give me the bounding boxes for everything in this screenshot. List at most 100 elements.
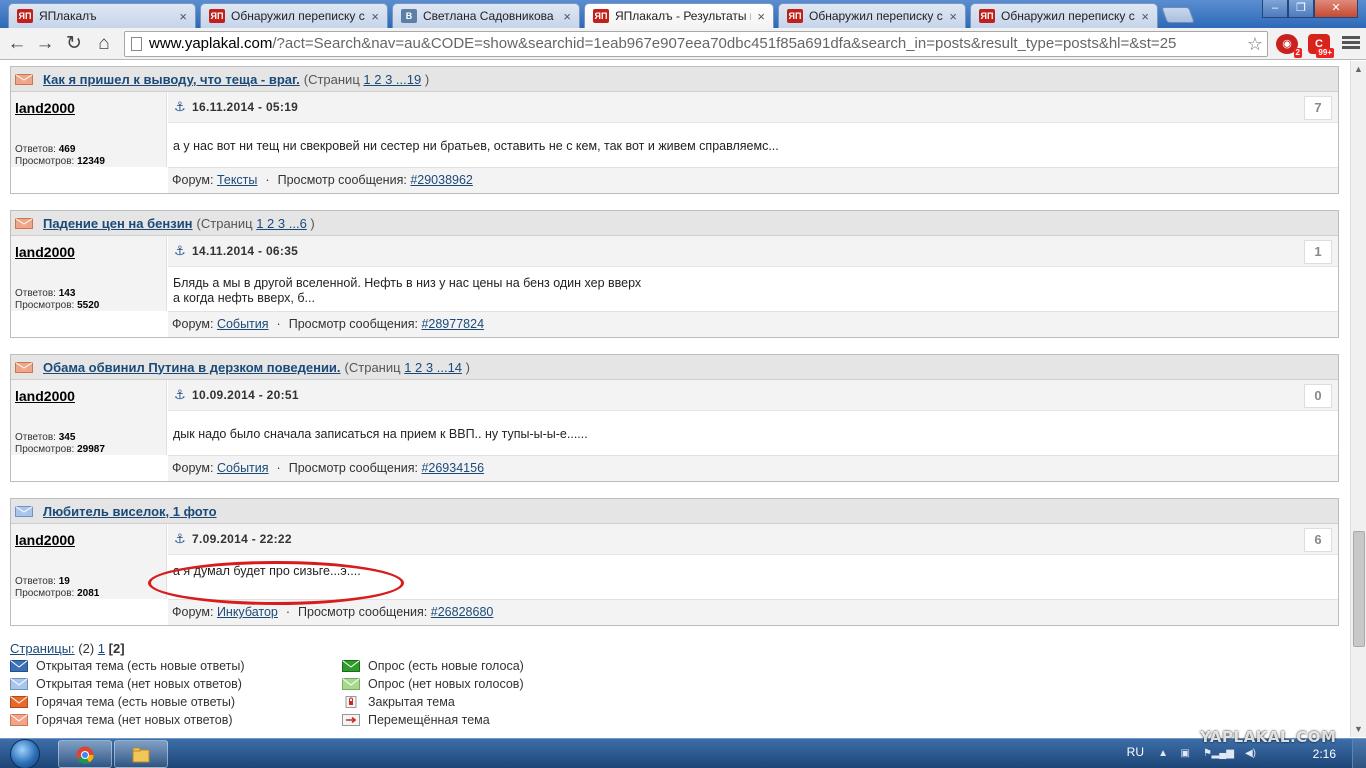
author-link[interactable]: land2000 bbox=[15, 100, 75, 116]
tab-title: ЯПлакалъ bbox=[39, 9, 97, 23]
yaplakal-watermark: YAPLAKAL.COM bbox=[1200, 728, 1337, 746]
minimize-button[interactable]: – bbox=[1262, 0, 1288, 18]
author-stats: Ответов: 345 Просмотров: 29987 bbox=[15, 432, 105, 456]
topic-pages: (Страниц 1 2 3 ...19 ) bbox=[304, 72, 429, 87]
tab-close-icon[interactable]: × bbox=[371, 9, 379, 24]
author-stats: Ответов: 19 Просмотров: 2081 bbox=[15, 576, 99, 600]
legend-item: Перемещённая тема bbox=[342, 711, 524, 729]
anchor-icon[interactable]: ⚓ bbox=[174, 531, 186, 547]
anchor-icon[interactable]: ⚓ bbox=[174, 243, 186, 259]
back-arrow-icon[interactable]: ← bbox=[5, 32, 29, 56]
post-id-link[interactable]: #28977824 bbox=[421, 317, 484, 331]
pages-suffix: ) bbox=[465, 359, 470, 375]
tab-title: Светлана Садовникова | bbox=[423, 9, 558, 23]
start-button[interactable] bbox=[6, 739, 48, 768]
forum-link[interactable]: События bbox=[217, 317, 269, 331]
tab-1[interactable]: ЯП ЯПлакалъ × bbox=[8, 3, 196, 28]
tab-2[interactable]: ЯП Обнаружил переписку с × bbox=[200, 3, 388, 28]
post-id-link[interactable]: #26934156 bbox=[421, 461, 484, 475]
replies-label: Ответов: bbox=[15, 144, 56, 155]
search-result: Падение цен на бензин (Страниц 1 2 3 ...… bbox=[10, 210, 1339, 338]
page-1-link[interactable]: 1 bbox=[98, 641, 105, 656]
tray-app-icon[interactable]: ▣ bbox=[1181, 748, 1190, 759]
legend-topics: Открытая тема (есть новые ответы) Открыт… bbox=[10, 657, 244, 729]
pages-links[interactable]: 1 2 3 ...14 bbox=[404, 360, 462, 375]
window-close-button[interactable]: ✕ bbox=[1314, 0, 1358, 18]
home-icon[interactable]: ⌂ bbox=[92, 32, 116, 56]
forum-link[interactable]: События bbox=[217, 461, 269, 475]
forward-arrow-icon[interactable]: → bbox=[33, 32, 57, 56]
tab-close-icon[interactable]: × bbox=[179, 9, 187, 24]
show-desktop-button[interactable] bbox=[1352, 739, 1366, 768]
language-indicator[interactable]: RU bbox=[1127, 745, 1144, 759]
author-link[interactable]: land2000 bbox=[15, 244, 75, 260]
pages-prefix: (Страниц bbox=[303, 71, 360, 87]
topic-title-link[interactable]: Как я пришел к выводу, что теща - враг. bbox=[43, 72, 300, 87]
tab-close-icon[interactable]: × bbox=[563, 9, 571, 24]
taskbar-explorer[interactable] bbox=[114, 740, 168, 768]
pages-links[interactable]: 1 2 3 ...6 bbox=[256, 216, 307, 231]
forum-link[interactable]: Инкубатор bbox=[217, 605, 278, 619]
view-post-label: Просмотр сообщения: bbox=[288, 461, 418, 475]
search-result: Обама обвинил Путина в дерзком поведении… bbox=[10, 354, 1339, 482]
tab-3[interactable]: В Светлана Садовникова | × bbox=[392, 3, 580, 28]
scroll-down-icon[interactable]: ▼ bbox=[1354, 724, 1363, 734]
topic-title-link[interactable]: Падение цен на бензин bbox=[43, 216, 193, 231]
maximize-button[interactable]: ❐ bbox=[1288, 0, 1314, 18]
taskbar-chrome[interactable] bbox=[58, 740, 112, 768]
tab-5[interactable]: ЯП Обнаружил переписку с × bbox=[778, 3, 966, 28]
chrome-menu-icon[interactable] bbox=[1342, 34, 1360, 52]
chrome-icon bbox=[76, 746, 94, 764]
pages-links[interactable]: 1 2 3 ...19 bbox=[363, 72, 421, 87]
author-link[interactable]: land2000 bbox=[15, 388, 75, 404]
author-stats: Ответов: 143 Просмотров: 5520 bbox=[15, 288, 99, 312]
author-link[interactable]: land2000 bbox=[15, 532, 75, 548]
result-header: Любитель виселок, 1 фото bbox=[11, 499, 1338, 524]
address-bar[interactable]: www.yaplakal.com/?act=Search&nav=au&CODE… bbox=[124, 31, 1268, 57]
topic-title-link[interactable]: Обама обвинил Путина в дерзком поведении… bbox=[43, 360, 341, 375]
scrollbar-thumb[interactable] bbox=[1353, 531, 1365, 647]
legend-label: Горячая тема (есть новые ответы) bbox=[36, 695, 236, 709]
url-path: /?act=Search&nav=au&CODE=show&searchid=1… bbox=[272, 35, 1177, 52]
post-rating: 0 bbox=[1304, 384, 1332, 408]
scroll-up-icon[interactable]: ▲ bbox=[1354, 64, 1363, 74]
poll-icon bbox=[342, 678, 360, 690]
tray-expand-icon[interactable]: ▲ bbox=[1158, 748, 1168, 759]
tab-6[interactable]: ЯП Обнаружил переписку с × bbox=[970, 3, 1158, 28]
topic-pages: (Страниц 1 2 3 ...14 ) bbox=[345, 360, 470, 375]
pages-label-link[interactable]: Страницы: bbox=[10, 641, 75, 656]
page-scrollbar[interactable]: ▲ ▼ bbox=[1350, 61, 1366, 737]
post-date-row: ⚓ 10.09.2014 - 20:51 0 bbox=[168, 380, 1338, 411]
anchor-icon[interactable]: ⚓ bbox=[174, 99, 186, 115]
open-topic-new-icon bbox=[10, 660, 28, 672]
yaplakal-favicon-icon: ЯП bbox=[787, 9, 803, 23]
replies-label: Ответов: bbox=[15, 288, 56, 299]
reload-icon[interactable]: ↻ bbox=[62, 32, 86, 56]
legend-label: Горячая тема (нет новых ответов) bbox=[36, 713, 233, 727]
post-date-row: ⚓ 16.11.2014 - 05:19 7 bbox=[168, 92, 1338, 123]
result-header: Обама обвинил Путина в дерзком поведении… bbox=[11, 355, 1338, 380]
extension-badge: 99+ bbox=[1316, 48, 1334, 58]
search-result: Любитель виселок, 1 фото land2000 Ответо… bbox=[10, 498, 1339, 626]
post-date: 16.11.2014 - 05:19 bbox=[192, 100, 299, 114]
forum-link[interactable]: Тексты bbox=[217, 173, 257, 187]
replies-count: 345 bbox=[58, 432, 76, 443]
anchor-icon[interactable]: ⚓ bbox=[174, 387, 186, 403]
bookmark-star-icon[interactable]: ☆ bbox=[1247, 32, 1263, 56]
post-footer: Форум: События · Просмотр сообщения: #2897… bbox=[168, 311, 1338, 337]
tab-close-icon[interactable]: × bbox=[1141, 9, 1149, 24]
extension-mail-icon[interactable]: C 99+ bbox=[1308, 34, 1334, 58]
legend-item: Закрытая тема bbox=[342, 693, 524, 711]
legend-item: Открытая тема (нет новых ответов) bbox=[10, 675, 244, 693]
views-count: 29987 bbox=[77, 444, 105, 455]
views-count: 12349 bbox=[77, 156, 105, 167]
tab-close-icon[interactable]: × bbox=[757, 9, 765, 24]
post-id-link[interactable]: #29038962 bbox=[410, 173, 473, 187]
topic-title-link[interactable]: Любитель виселок, 1 фото bbox=[43, 504, 217, 519]
new-tab-button[interactable] bbox=[1161, 7, 1195, 23]
legend-label: Закрытая тема bbox=[368, 695, 455, 709]
extension-adblock-icon[interactable]: ◉ 2 bbox=[1276, 34, 1302, 58]
tab-close-icon[interactable]: × bbox=[949, 9, 957, 24]
post-id-link[interactable]: #26828680 bbox=[431, 605, 494, 619]
tab-4-active[interactable]: ЯП ЯПлакалъ - Результаты п × bbox=[584, 3, 774, 28]
